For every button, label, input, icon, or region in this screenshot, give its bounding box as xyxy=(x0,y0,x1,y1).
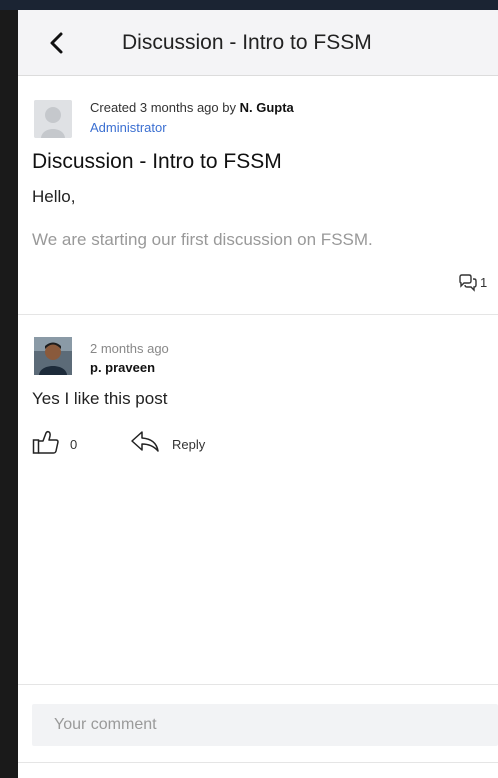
status-bar xyxy=(0,0,498,10)
commenter-avatar[interactable] xyxy=(34,337,72,375)
avatar-photo xyxy=(34,337,72,375)
discussion-post: Created 3 months ago by N. Gupta Adminis… xyxy=(18,76,498,314)
app-screen: Discussion - Intro to FSSM Created 3 mon… xyxy=(18,10,498,778)
page-title: Discussion - Intro to FSSM xyxy=(122,31,372,54)
comments-icon xyxy=(459,274,477,292)
screen-edge xyxy=(0,10,18,778)
divider xyxy=(18,684,498,685)
comment-time: 2 months ago xyxy=(90,341,169,356)
created-label: Created 3 months ago by xyxy=(90,100,240,115)
author-role: Administrator xyxy=(90,120,167,135)
post-author[interactable]: N. Gupta xyxy=(240,100,294,115)
reply-label: Reply xyxy=(172,437,206,452)
divider xyxy=(18,762,498,763)
comment-item: 2 months ago p. praveen Yes I like this … xyxy=(18,315,498,475)
comment-text: Yes I like this post xyxy=(32,389,168,408)
comment-author[interactable]: p. praveen xyxy=(90,360,155,375)
like-button[interactable] xyxy=(32,429,60,455)
post-meta: Created 3 months ago by N. Gupta xyxy=(90,100,294,115)
post-body: We are starting our first discussion on … xyxy=(32,230,373,249)
comment-input[interactable] xyxy=(32,704,498,746)
thumbs-up-icon xyxy=(32,430,59,454)
reply-icon xyxy=(131,431,159,452)
post-greeting: Hello, xyxy=(32,187,76,206)
author-avatar[interactable] xyxy=(34,100,72,138)
back-button[interactable] xyxy=(44,30,70,56)
chevron-left-icon xyxy=(50,32,63,54)
post-title: Discussion - Intro to FSSM xyxy=(32,150,282,173)
app-header: Discussion - Intro to FSSM xyxy=(18,10,498,76)
like-count: 0 xyxy=(70,437,78,452)
user-placeholder-icon xyxy=(34,100,72,138)
comment-count: 1 xyxy=(480,275,488,290)
